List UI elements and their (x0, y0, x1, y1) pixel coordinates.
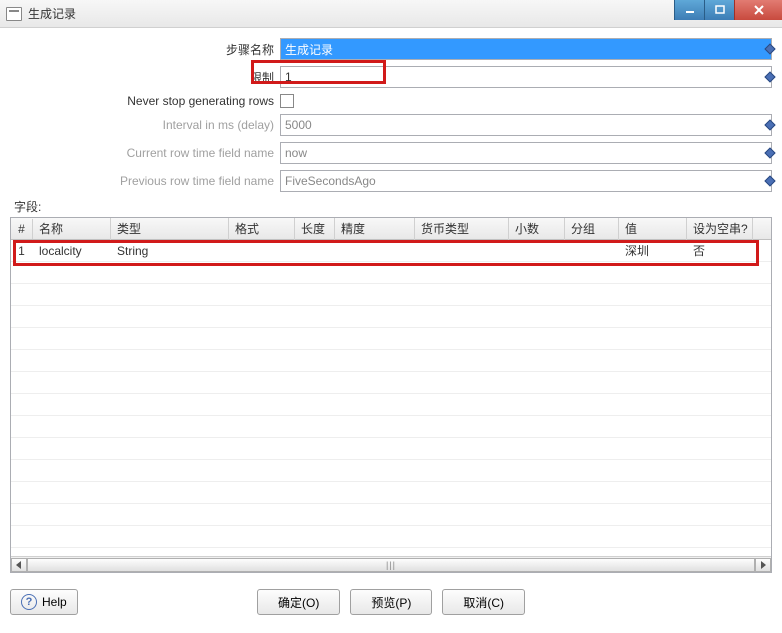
never-stop-label: Never stop generating rows (10, 94, 280, 108)
empty-rows (11, 262, 771, 556)
scroll-grip-icon: ||| (386, 560, 396, 570)
col-header-precision[interactable]: 精度 (335, 217, 415, 240)
cell-num: 1 (11, 241, 33, 261)
cancel-button[interactable]: 取消(C) (442, 589, 525, 615)
cell-precision[interactable] (335, 248, 415, 254)
fields-section-label: 字段: (14, 198, 772, 215)
cell-length[interactable] (295, 248, 335, 254)
footer-bar: ? Help 确定(O) 预览(P) 取消(C) (0, 579, 782, 625)
cell-decimal[interactable] (509, 248, 565, 254)
current-time-row: Current row time field name (10, 142, 772, 164)
title-bar: 生成记录 (0, 0, 782, 28)
col-header-decimal[interactable]: 小数 (509, 217, 565, 240)
scroll-track[interactable]: ||| (27, 558, 755, 572)
limit-row: 限制 (10, 66, 772, 88)
preview-button[interactable]: 预览(P) (350, 589, 432, 615)
fields-table: # 名称 类型 格式 长度 精度 货币类型 小数 分组 值 设为空串? 1 lo… (10, 217, 772, 573)
interval-label: Interval in ms (delay) (10, 118, 280, 132)
scroll-right-button[interactable] (755, 558, 771, 572)
minimize-button[interactable] (674, 0, 704, 20)
col-header-length[interactable]: 长度 (295, 217, 335, 240)
window-title: 生成记录 (28, 5, 76, 22)
col-header-type[interactable]: 类型 (111, 217, 229, 240)
content-area: 步骤名称 限制 Never stop generating rows Inter… (0, 28, 782, 579)
never-stop-row: Never stop generating rows (10, 94, 772, 108)
cell-format[interactable] (229, 248, 295, 254)
help-icon: ? (21, 594, 37, 610)
table-row[interactable]: 1 localcity String 深圳 否 (11, 240, 771, 262)
col-header-null[interactable]: 设为空串? (687, 217, 753, 240)
cell-currency[interactable] (415, 248, 509, 254)
step-name-label: 步骤名称 (10, 41, 280, 58)
help-button[interactable]: ? Help (10, 589, 78, 615)
window-controls (674, 0, 782, 20)
col-header-group[interactable]: 分组 (565, 217, 619, 240)
close-button[interactable] (734, 0, 782, 20)
previous-time-label: Previous row time field name (10, 174, 280, 188)
scroll-left-button[interactable] (11, 558, 27, 572)
col-header-value[interactable]: 值 (619, 217, 687, 240)
ok-button[interactable]: 确定(O) (257, 589, 340, 615)
interval-row: Interval in ms (delay) (10, 114, 772, 136)
limit-input[interactable] (280, 66, 772, 88)
previous-time-input[interactable] (280, 170, 772, 192)
help-label: Help (42, 595, 67, 609)
current-time-input[interactable] (280, 142, 772, 164)
current-time-label: Current row time field name (10, 146, 280, 160)
col-header-num[interactable]: # (11, 219, 33, 239)
never-stop-checkbox[interactable] (280, 94, 294, 108)
app-icon (6, 7, 22, 21)
col-header-currency[interactable]: 货币类型 (415, 217, 509, 240)
cell-null[interactable]: 否 (687, 239, 753, 262)
interval-input[interactable] (280, 114, 772, 136)
limit-label: 限制 (10, 69, 280, 86)
cell-group[interactable] (565, 248, 619, 254)
horizontal-scrollbar[interactable]: ||| (11, 556, 771, 572)
maximize-button[interactable] (704, 0, 734, 20)
col-header-format[interactable]: 格式 (229, 217, 295, 240)
cell-name[interactable]: localcity (33, 241, 111, 261)
scroll-thumb[interactable]: ||| (27, 558, 755, 572)
cell-value[interactable]: 深圳 (619, 239, 687, 262)
col-header-name[interactable]: 名称 (33, 217, 111, 240)
step-name-row: 步骤名称 (10, 38, 772, 60)
table-header: # 名称 类型 格式 长度 精度 货币类型 小数 分组 值 设为空串? (11, 218, 771, 240)
previous-time-row: Previous row time field name (10, 170, 772, 192)
cell-type[interactable]: String (111, 241, 229, 261)
step-name-input[interactable] (280, 38, 772, 60)
